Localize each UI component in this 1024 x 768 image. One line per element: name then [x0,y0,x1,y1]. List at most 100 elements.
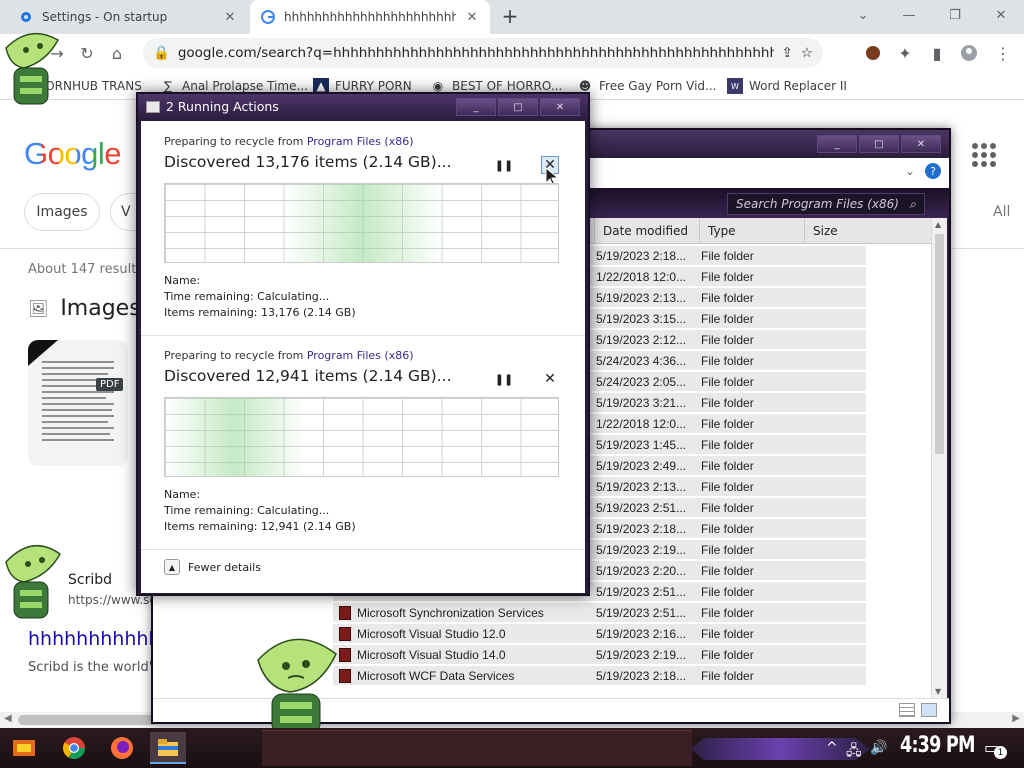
date-modified-cell: 5/24/2023 2:05... [596,375,687,389]
date-modified-cell: 5/19/2023 2:13... [596,480,687,494]
tab-title: Settings - On startup [42,10,168,24]
result-title-link[interactable]: hhhhhhhhhhh [28,628,160,650]
pdf-badge: PDF [96,378,124,391]
bookmark-item[interactable]: ☻ Free Gay Porn Vid... [577,76,717,96]
transfer-speed-graph [164,183,559,263]
restore-button[interactable]: ❐ [932,0,978,30]
profile-icon[interactable] [956,40,982,66]
file-row[interactable]: Microsoft Synchronization Services 5/19/2… [333,603,866,623]
dialog-maximize-button[interactable]: □ [498,98,538,116]
file-row[interactable]: Microsoft Visual Studio 12.0 5/19/2023 2:… [333,624,866,644]
chrome-menu-icon[interactable]: ⋮ [990,40,1016,66]
operation-discovered-text: Discovered 13,176 items (2.14 GB)... [164,153,452,171]
column-header-size[interactable]: Size [805,218,931,243]
explorer-maximize-button[interactable]: □ [859,135,899,153]
dialog-body: Preparing to recycle from Program Files … [141,121,585,593]
pause-icon[interactable]: ❚❚ [495,156,513,174]
close-tab-icon[interactable]: ✕ [464,10,480,25]
type-cell: File folder [701,522,754,536]
explorer-minimize-button[interactable]: _ [817,135,857,153]
address-dropdown-icon[interactable]: ⌄ [905,164,915,178]
column-header-date[interactable]: Date modified [595,218,700,243]
all-filter[interactable]: All [993,204,1010,220]
type-cell: File folder [701,396,754,410]
tab-google-search[interactable]: hhhhhhhhhhhhhhhhhhhhhhhhhh ✕ [250,0,490,34]
google-logo[interactable]: Google [24,136,121,172]
start-button-icon[interactable] [6,732,42,764]
source-location-link[interactable]: Program Files (x86) [307,349,414,362]
date-modified-cell: 1/22/2018 12:0... [596,417,687,431]
dialog-close-button[interactable]: ✕ [540,98,580,116]
date-modified-cell: 5/19/2023 2:12... [596,333,687,347]
time-remaining: Time remaining: Calculating... [164,504,330,517]
notification-count-badge: 1 [994,746,1007,759]
fewer-details-toggle[interactable]: ▲ Fewer details [164,559,261,575]
explorer-close-button[interactable]: ✕ [901,135,941,153]
bookmark-star-icon[interactable]: ☆ [801,45,813,61]
pdf-thumbnail[interactable]: PDF [28,340,128,466]
date-modified-cell: 5/19/2023 2:19... [596,543,687,557]
cancel-operation-icon[interactable]: ✕ [541,370,559,388]
scroll-down-icon[interactable]: ▼ [935,687,941,696]
file-name-cell: Microsoft Visual Studio 12.0 [333,624,590,643]
image-icon: 🖼 [28,299,49,318]
address-bar[interactable]: 🔒 google.com/search?q=hhhhhhhhhhhhhhhhhh… [143,38,823,68]
firefox-taskbar-icon[interactable] [104,732,140,764]
file-explorer-taskbar-icon[interactable] [150,732,186,764]
date-modified-cell: 5/19/2023 2:49... [596,459,687,473]
character-sticker-icon [5,32,60,105]
side-panel-icon[interactable]: ▮ [924,40,950,66]
pause-icon[interactable]: ❚❚ [495,370,513,388]
file-row[interactable]: Microsoft WCF Data Services 5/19/2023 2:1… [333,666,866,686]
lock-icon: 🔒 [153,45,170,61]
dialog-minimize-button[interactable]: _ [456,98,496,116]
details-view-icon[interactable] [899,703,915,717]
extensions-puzzle-icon[interactable]: ✦ [892,40,918,66]
type-cell: File folder [701,669,754,683]
taskbar-clock[interactable]: 4:39 PM [900,733,976,758]
close-window-button[interactable]: ✕ [978,0,1024,30]
home-icon[interactable]: ⌂ [104,40,130,66]
bookmark-item[interactable]: W Word Replacer II [727,76,847,96]
folder-icon [339,626,351,641]
google-apps-icon[interactable] [972,143,996,167]
google-logo-text: Google [24,136,121,171]
chrome-taskbar-icon[interactable] [56,732,92,764]
type-cell: File folder [701,354,754,368]
chip-images[interactable]: Images [24,193,100,231]
time-remaining: Time remaining: Calculating... [164,290,330,303]
reload-icon[interactable]: ↻ [74,40,100,66]
new-tab-button[interactable]: + [498,5,522,29]
volume-icon[interactable]: 🔊 [870,740,887,756]
column-header-type[interactable]: Type [700,218,805,243]
source-location-link[interactable]: Program Files (x86) [307,135,414,148]
close-tab-icon[interactable]: ✕ [222,10,238,25]
scrollbar-thumb[interactable] [935,234,944,454]
scrollbar-thumb[interactable] [18,715,158,725]
network-icon[interactable]: 🖧 [846,740,862,764]
show-hidden-icons-chevron-icon[interactable]: ^ [826,740,838,756]
scroll-left-icon[interactable]: ◀ [4,713,12,724]
search-icon[interactable]: ⌕ [909,197,916,212]
notification-center-icon[interactable]: ▭ 1 [984,738,1007,760]
explorer-search-input[interactable]: Search Program Files (x86) ⌕ [727,193,925,215]
tab-search-chevron-icon[interactable]: ⌄ [840,0,886,30]
date-modified-cell: 5/24/2023 4:36... [596,354,687,368]
file-list-scrollbar[interactable]: ▲ ▼ [931,218,947,698]
chip-label: Images [36,204,88,220]
minimize-button[interactable]: — [886,0,932,30]
chevron-up-icon[interactable]: ▲ [164,559,180,575]
file-row[interactable]: Microsoft Visual Studio 14.0 5/19/2023 2:… [333,645,866,665]
scroll-up-icon[interactable]: ▲ [935,220,941,229]
help-icon[interactable]: ? [925,163,941,179]
extension-avatar-icon[interactable] [860,40,886,66]
date-modified-cell: 5/19/2023 2:51... [596,585,687,599]
scroll-right-icon[interactable]: ▶ [1012,713,1020,724]
file-name-cell: Microsoft Visual Studio 14.0 [333,645,590,664]
type-cell: File folder [701,564,754,578]
bookmark-label: FURRY PORN [335,79,412,93]
large-icons-view-icon[interactable] [921,703,937,717]
share-icon[interactable]: ⇪ [782,45,793,61]
file-name-cell: Microsoft WCF Data Services [333,666,590,685]
date-modified-cell: 5/19/2023 2:51... [596,501,687,515]
